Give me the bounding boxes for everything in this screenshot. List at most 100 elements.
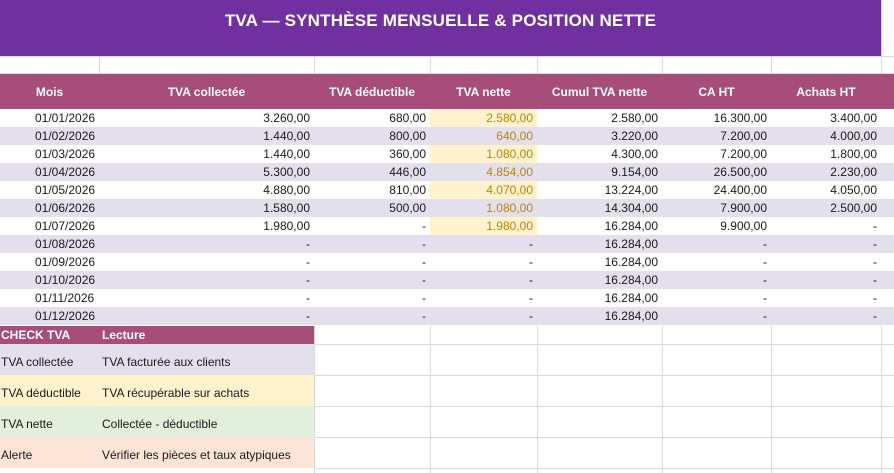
cell-empty[interactable] [881, 199, 894, 217]
cell-achats-ht[interactable]: - [771, 235, 881, 253]
cell-tva-nette[interactable]: - [430, 271, 537, 289]
cell-achats-ht[interactable]: 4.000,00 [771, 127, 881, 145]
cell-tva-nette[interactable]: - [430, 289, 537, 307]
cell-tva-collectee[interactable]: 1.980,00 [99, 217, 314, 235]
cell-achats-ht[interactable]: 2.230,00 [771, 163, 881, 181]
cell-mois[interactable]: 01/07/2026 [0, 217, 99, 235]
cell-cumul[interactable]: 16.284,00 [537, 271, 662, 289]
check-label[interactable]: Alerte [0, 448, 102, 468]
col-header-tva-nette[interactable]: TVA nette [430, 74, 537, 109]
cell-tva-collectee[interactable]: 5.300,00 [99, 163, 314, 181]
cell-achats-ht[interactable]: 3.400,00 [771, 109, 881, 127]
cell-tva-deductible[interactable]: 800,00 [314, 127, 430, 145]
cell-mois[interactable]: 01/04/2026 [0, 163, 99, 181]
cell-tva-deductible[interactable]: - [314, 307, 430, 325]
check-label[interactable]: TVA déductible [0, 386, 102, 406]
cell-tva-nette[interactable]: 640,00 [430, 127, 537, 145]
col-header-tva-collectee[interactable]: TVA collectée [99, 74, 314, 109]
col-header-ca-ht[interactable]: CA HT [662, 74, 771, 109]
cell-tva-deductible[interactable]: 500,00 [314, 199, 430, 217]
cell-empty[interactable] [881, 271, 894, 289]
cell-tva-deductible[interactable]: - [314, 235, 430, 253]
cell-mois[interactable]: 01/05/2026 [0, 181, 99, 199]
cell-tva-nette[interactable]: 1.980,00 [430, 217, 537, 235]
cell-cumul[interactable]: 16.284,00 [537, 289, 662, 307]
cell-achats-ht[interactable]: 4.050,00 [771, 181, 881, 199]
cell-tva-deductible[interactable]: - [314, 271, 430, 289]
cell-ca-ht[interactable]: - [662, 253, 771, 271]
cell-ca-ht[interactable]: - [662, 289, 771, 307]
cell-tva-collectee[interactable]: 3.260,00 [99, 109, 314, 127]
cell-tva-nette[interactable]: 2.580,00 [430, 109, 537, 127]
cell-cumul[interactable]: 2.580,00 [537, 109, 662, 127]
check-text[interactable]: TVA récupérable sur achats [102, 386, 314, 406]
cell-achats-ht[interactable]: 1.800,00 [771, 145, 881, 163]
cell-tva-collectee[interactable]: - [99, 307, 314, 325]
cell-tva-deductible[interactable]: 810,00 [314, 181, 430, 199]
cell-mois[interactable]: 01/06/2026 [0, 199, 99, 217]
cell-cumul[interactable]: 16.284,00 [537, 307, 662, 325]
cell-tva-collectee[interactable]: 4.880,00 [99, 181, 314, 199]
cell-tva-deductible[interactable]: - [314, 253, 430, 271]
cell-empty[interactable] [881, 217, 894, 235]
cell-tva-collectee[interactable]: - [99, 271, 314, 289]
col-header-mois[interactable]: Mois [0, 74, 99, 109]
banner-edge-cell[interactable] [881, 0, 894, 56]
cell-tva-deductible[interactable]: 446,00 [314, 163, 430, 181]
cell-mois[interactable]: 01/11/2026 [0, 289, 99, 307]
cell-tva-deductible[interactable]: - [314, 289, 430, 307]
check-text[interactable]: TVA facturée aux clients [102, 355, 314, 375]
cell-ca-ht[interactable]: 16.300,00 [662, 109, 771, 127]
cell-tva-collectee[interactable]: - [99, 235, 314, 253]
cell-empty[interactable] [881, 181, 894, 199]
cell-mois[interactable]: 01/10/2026 [0, 271, 99, 289]
cell-empty[interactable] [881, 253, 894, 271]
cell-cumul[interactable]: 13.224,00 [537, 181, 662, 199]
cell-mois[interactable]: 01/12/2026 [0, 307, 99, 325]
cell-tva-nette[interactable]: - [430, 235, 537, 253]
cell-empty[interactable] [881, 145, 894, 163]
cell-cumul[interactable]: 16.284,00 [537, 217, 662, 235]
check-tva-title[interactable]: CHECK TVA [0, 328, 102, 342]
col-header-cumul[interactable]: Cumul TVA nette [537, 74, 662, 109]
cell-mois[interactable]: 01/03/2026 [0, 145, 99, 163]
cell-mois[interactable]: 01/09/2026 [0, 253, 99, 271]
cell-ca-ht[interactable]: 7.200,00 [662, 145, 771, 163]
cell-achats-ht[interactable]: - [771, 217, 881, 235]
check-text[interactable]: Collectée - déductible [102, 417, 314, 437]
check-text[interactable]: Vérifier les pièces et taux atypiques [102, 448, 314, 468]
cell-achats-ht[interactable]: - [771, 289, 881, 307]
cell-mois[interactable]: 01/01/2026 [0, 109, 99, 127]
cell-cumul[interactable]: 9.154,00 [537, 163, 662, 181]
cell-cumul[interactable]: 14.304,00 [537, 199, 662, 217]
cell-tva-deductible[interactable]: 360,00 [314, 145, 430, 163]
cell-achats-ht[interactable]: - [771, 307, 881, 325]
check-label[interactable]: TVA collectée [0, 355, 102, 375]
col-header-tva-deductible[interactable]: TVA déductible [314, 74, 430, 109]
cell-tva-nette[interactable]: 4.854,00 [430, 163, 537, 181]
cell-empty[interactable] [881, 109, 894, 127]
col-header-achats-ht[interactable]: Achats HT [771, 74, 881, 109]
cell-tva-deductible[interactable]: - [314, 217, 430, 235]
cell-empty[interactable] [881, 307, 894, 325]
cell-empty[interactable] [881, 127, 894, 145]
cell-ca-ht[interactable]: 7.900,00 [662, 199, 771, 217]
cell-achats-ht[interactable]: - [771, 271, 881, 289]
cell-tva-collectee[interactable]: - [99, 253, 314, 271]
cell-achats-ht[interactable]: 2.500,00 [771, 199, 881, 217]
cell-cumul[interactable]: 16.284,00 [537, 253, 662, 271]
cell-empty[interactable] [881, 163, 894, 181]
cell-tva-collectee[interactable]: 1.440,00 [99, 145, 314, 163]
check-lecture-title[interactable]: Lecture [102, 328, 314, 342]
cell-ca-ht[interactable]: 24.400,00 [662, 181, 771, 199]
cell-ca-ht[interactable]: - [662, 235, 771, 253]
cell-ca-ht[interactable]: - [662, 307, 771, 325]
cell-cumul[interactable]: 4.300,00 [537, 145, 662, 163]
cell-empty[interactable] [881, 235, 894, 253]
cell-tva-collectee[interactable]: 1.580,00 [99, 199, 314, 217]
cell-tva-deductible[interactable]: 680,00 [314, 109, 430, 127]
check-label[interactable]: TVA nette [0, 417, 102, 437]
cell-ca-ht[interactable]: 9.900,00 [662, 217, 771, 235]
cell-cumul[interactable]: 16.284,00 [537, 235, 662, 253]
cell-achats-ht[interactable]: - [771, 253, 881, 271]
